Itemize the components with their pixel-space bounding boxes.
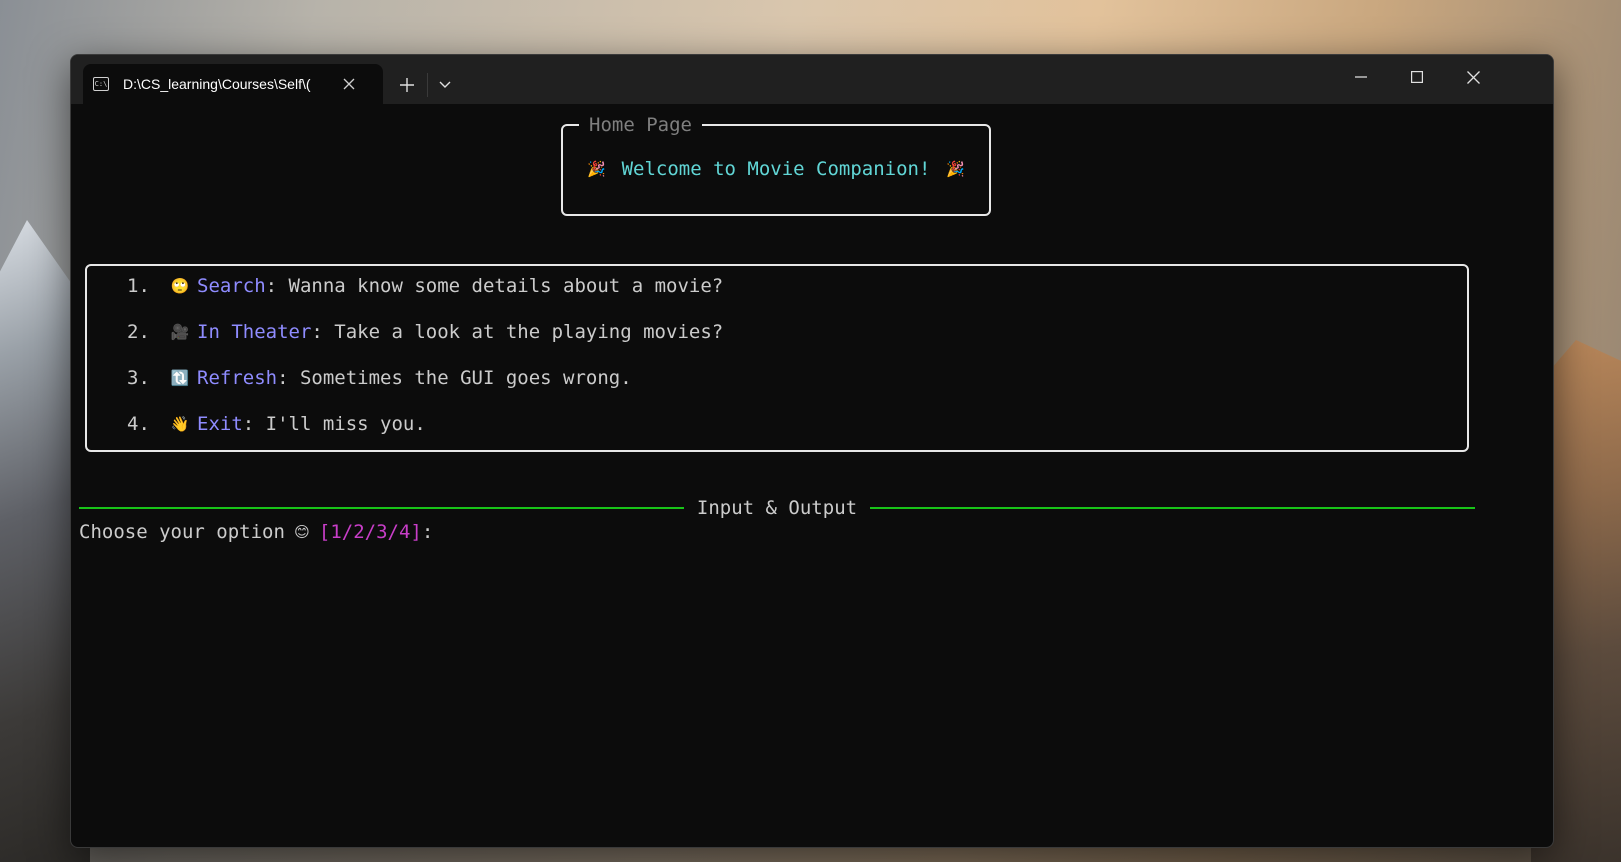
welcome-message: Welcome to Movie Companion!	[621, 158, 931, 180]
prompt-text: Choose your option	[79, 521, 285, 543]
terminal-output[interactable]: Home Page 🎉 Welcome to Movie Companion! …	[71, 104, 1553, 847]
panel-title: Home Page	[579, 113, 702, 137]
menu-item-exit: 4. 👋 Exit: I'll miss you.	[127, 412, 426, 436]
title-bar[interactable]: C:\ D:\CS_learning\Courses\Self\(	[71, 55, 1553, 104]
io-title: Input & Output	[79, 496, 1475, 520]
menu-label: Exit	[197, 413, 243, 435]
prompt-suffix: :	[421, 521, 434, 543]
new-tab-button[interactable]	[393, 71, 421, 99]
menu-description: : I'll miss you.	[242, 413, 426, 435]
refresh-icon: 🔃	[170, 369, 190, 387]
menu-number: 3.	[127, 367, 150, 389]
menu-label: Refresh	[197, 367, 278, 389]
prompt-choices: [1/2/3/4]	[318, 521, 422, 543]
menu-number: 1.	[127, 275, 150, 297]
menu-panel: 1. 🙄 Search: Wanna know some details abo…	[85, 264, 1469, 452]
party-popper-icon: 🎉	[587, 160, 606, 178]
minimize-button[interactable]	[1333, 55, 1389, 99]
tab-terminal[interactable]: C:\ D:\CS_learning\Courses\Self\(	[83, 64, 383, 104]
option-prompt[interactable]: Choose your option 😊 [1/2/3/4]:	[79, 520, 433, 544]
chevron-down-icon[interactable]	[431, 71, 459, 99]
menu-description: : Take a look at the playing movies?	[311, 321, 724, 343]
maximize-button[interactable]	[1389, 55, 1445, 99]
home-page-panel: Home Page 🎉 Welcome to Movie Companion! …	[561, 113, 991, 216]
menu-label: In Theater	[197, 321, 312, 343]
movie-camera-icon: 🎥	[170, 323, 190, 341]
terminal-window: C:\ D:\CS_learning\Courses\Self\( Home P…	[70, 54, 1554, 848]
menu-number: 2.	[127, 321, 150, 343]
party-popper-icon: 🎉	[946, 160, 965, 178]
titlebar-divider	[427, 73, 428, 97]
menu-label: Search	[197, 275, 266, 297]
tab-title: D:\CS_learning\Courses\Self\(	[123, 76, 311, 92]
io-divider: Input & Output	[79, 496, 1475, 520]
menu-item-in-theater: 2. 🎥 In Theater: Take a look at the play…	[127, 320, 723, 344]
welcome-row: 🎉 Welcome to Movie Companion! 🎉	[563, 157, 989, 181]
tab-close-icon[interactable]	[337, 72, 361, 96]
smile-icon: 😊	[294, 523, 310, 541]
eye-roll-icon: 🙄	[170, 277, 190, 295]
menu-item-refresh: 3. 🔃 Refresh: Sometimes the GUI goes wro…	[127, 366, 632, 390]
menu-description: : Sometimes the GUI goes wrong.	[277, 367, 632, 389]
menu-item-search: 1. 🙄 Search: Wanna know some details abo…	[127, 274, 723, 298]
waving-hand-icon: 👋	[170, 415, 190, 433]
menu-description: : Wanna know some details about a movie?	[265, 275, 724, 297]
close-button[interactable]	[1445, 55, 1501, 99]
menu-number: 4.	[127, 413, 150, 435]
terminal-icon: C:\	[93, 77, 109, 91]
